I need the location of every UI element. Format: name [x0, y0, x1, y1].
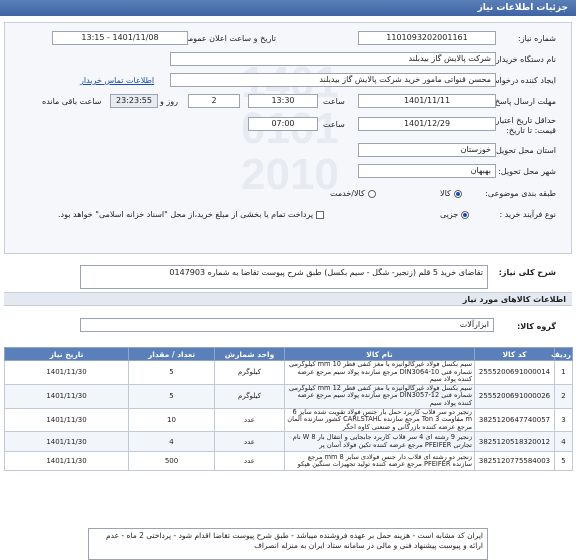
- deadline-time-label: ساعت: [323, 97, 345, 106]
- goods-group-label: گروه کالا:: [517, 322, 556, 331]
- delivery-city-label: شهر محل تحویل:: [498, 167, 556, 176]
- category-option-goods[interactable]: کالا: [440, 189, 462, 198]
- goods-unit: کیلوگرم: [214, 383, 285, 409]
- buyer-name-field: شرکت پالایش گاز بیدبلند: [170, 52, 496, 66]
- row-number: 2: [554, 383, 573, 409]
- col-unit-header: واحد شمارش: [214, 347, 285, 361]
- table-row: 5 3825120775584003 زنجیر دو رشته ای قلاب…: [4, 450, 573, 472]
- goods-unit: عدد: [214, 431, 285, 452]
- goods-name: سیم بکسل فولاد غیرگالوانیزه با مغز کنفی …: [284, 360, 475, 385]
- delivery-province-field: خوزستان: [358, 143, 496, 157]
- row-number: 5: [554, 450, 573, 472]
- goods-name: زنجیر دو رشته ای قلاب دار جنس فولادی سای…: [284, 450, 475, 472]
- table-row: 3 3825120647740057 زنجیر دو سر قلاب کارب…: [4, 407, 573, 433]
- category-option-goods-service[interactable]: کالا/خدمت: [330, 189, 376, 198]
- response-deadline-date: 1401/11/11: [358, 94, 496, 108]
- purchase-process-label: نوع فرآیند خرید :: [499, 210, 556, 219]
- goods-quantity: 10: [128, 407, 215, 433]
- goods-unit: کیلوگرم: [214, 360, 285, 385]
- response-deadline-time: 13:30: [248, 94, 318, 108]
- announce-date-field: 1401/11/08 - 13:15: [52, 31, 188, 45]
- price-validity-time: 07:00: [248, 117, 318, 131]
- goods-need-date: 1401/11/30: [4, 407, 129, 433]
- col-code-header: کد کالا: [474, 347, 555, 361]
- col-name-header: نام کالا: [284, 347, 475, 361]
- category-goods-label: کالا: [440, 189, 451, 198]
- goods-name: زنجیر 9 رشته ای 4 سر قلاب کاربرد جابجایی…: [284, 431, 475, 452]
- buyer-contact-link[interactable]: اطلاعات تماس خریدار: [80, 76, 154, 85]
- price-validity-date: 1401/12/29: [358, 117, 496, 131]
- need-description-label: شرح کلی نیاز:: [498, 268, 556, 277]
- purchase-minor-radio[interactable]: [461, 210, 470, 219]
- row-number: 3: [554, 407, 573, 433]
- table-row: 1 2555200691000014 سیم بکسل فولاد غیرگال…: [4, 360, 573, 385]
- announce-date-label: تاریخ و ساعت اعلان عمومی:: [179, 34, 276, 43]
- page-title: جزئیات اطلاعات نیاز: [477, 3, 568, 13]
- purchase-minor-label: جزیی: [440, 210, 459, 219]
- need-description-field: تقاضای خرید 5 قلم (زنجیر- شگل - سیم بکسل…: [80, 265, 488, 289]
- subject-category-label: طبقه بندی موضوعی:: [485, 189, 556, 198]
- category-goods-service-radio[interactable]: [367, 189, 376, 198]
- goods-unit: عدد: [214, 407, 285, 433]
- goods-need-date: 1401/11/30: [4, 431, 129, 452]
- purchase-option-minor[interactable]: جزیی: [440, 210, 470, 219]
- goods-quantity: 5: [128, 360, 215, 385]
- need-number-field: 1101093202001161: [358, 31, 496, 45]
- buyer-notes-field: ایران کد مشابه است - هزینه حمل بر عهده ف…: [88, 528, 488, 560]
- goods-need-date: 1401/11/30: [4, 450, 129, 472]
- delivery-city-field: بهبهان: [358, 164, 496, 178]
- goods-code: 3825120775584003: [474, 450, 555, 472]
- col-qty-header: تعداد / مقدار: [128, 347, 215, 361]
- remaining-time-label: ساعت باقی مانده: [42, 97, 102, 106]
- goods-group-field: ابزارآلات: [80, 318, 494, 332]
- goods-quantity: 500: [128, 450, 215, 472]
- table-row: 2 2555200691000026 سیم بکسل فولاد غیرگال…: [4, 383, 573, 409]
- buyer-name-label: نام دستگاه خریدار:: [493, 55, 556, 64]
- remaining-time-field: 23:23:55: [110, 94, 158, 108]
- remaining-days-field: 2: [188, 94, 240, 108]
- goods-need-date: 1401/11/30: [4, 360, 129, 385]
- page-header: جزئیات اطلاعات نیاز: [0, 0, 576, 16]
- table-row: 4 3825120518320012 زنجیر 9 رشته ای 4 سر …: [4, 431, 573, 452]
- goods-table-header: ردیف کد کالا نام کالا واحد شمارش تعداد /…: [4, 347, 573, 361]
- request-creator-field: محسن قنواتی مامور خرید شرکت پالایش گاز ب…: [170, 73, 496, 87]
- treasury-payment-text: پرداخت تمام یا بخشی از مبلغ خرید،از محل …: [58, 210, 314, 219]
- validity-time-label: ساعت: [323, 120, 345, 129]
- goods-name: زنجیر دو سر قلاب کاربرد حمل بار جنس فولا…: [284, 407, 475, 433]
- col-row-header: ردیف: [551, 347, 573, 361]
- treasury-payment-option[interactable]: پرداخت تمام یا بخشی از مبلغ خرید،از محل …: [58, 210, 325, 219]
- row-number: 4: [554, 431, 573, 452]
- goods-code: 3825120647740057: [474, 407, 555, 433]
- goods-section-title: اطلاعات کالاهای مورد نیاز: [462, 295, 566, 304]
- goods-quantity: 4: [128, 431, 215, 452]
- need-number-label: شماره نیاز:: [518, 34, 556, 43]
- goods-quantity: 5: [128, 383, 215, 409]
- category-goods-radio[interactable]: [453, 189, 462, 198]
- goods-need-date: 1401/11/30: [4, 383, 129, 409]
- goods-table: ردیف کد کالا نام کالا واحد شمارش تعداد /…: [4, 347, 573, 472]
- row-number: 1: [554, 360, 573, 385]
- goods-code: 3825120518320012: [474, 431, 555, 452]
- goods-name: سیم بکسل فولاد غیرگالوانیزه با مغز کنفی …: [284, 383, 475, 409]
- goods-code: 2555200691000026: [474, 383, 555, 409]
- category-goods-service-label: کالا/خدمت: [330, 189, 365, 198]
- remaining-days-label: روز و: [160, 97, 178, 106]
- goods-unit: عدد: [214, 450, 285, 472]
- delivery-province-label: استان محل تحویل:: [493, 146, 556, 155]
- col-date-header: تاریخ نیاز: [4, 347, 129, 361]
- treasury-payment-checkbox[interactable]: [316, 210, 325, 219]
- goods-code: 2555200691000014: [474, 360, 555, 385]
